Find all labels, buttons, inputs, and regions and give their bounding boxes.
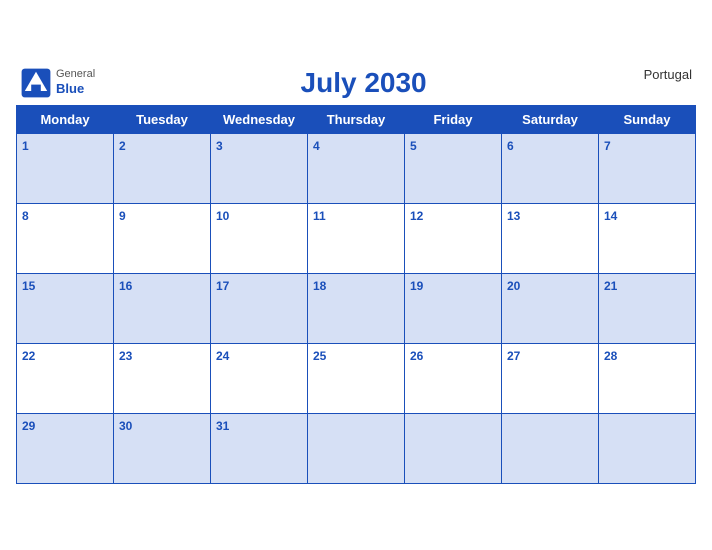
- logo-text: General Blue: [56, 68, 95, 97]
- day-number: 22: [22, 349, 35, 363]
- calendar-cell: 12: [405, 203, 502, 273]
- day-number: 31: [216, 419, 229, 433]
- calendar-cell: 17: [211, 273, 308, 343]
- calendar-cell: 7: [599, 133, 696, 203]
- calendar-cell: [308, 413, 405, 483]
- logo-general-text: General: [56, 68, 95, 81]
- calendar-cell: 31: [211, 413, 308, 483]
- day-number: 27: [507, 349, 520, 363]
- col-friday: Friday: [405, 105, 502, 133]
- calendar-header: General Blue July 2030 Portugal: [16, 67, 696, 99]
- day-number: 17: [216, 279, 229, 293]
- day-number: 24: [216, 349, 229, 363]
- day-number: 29: [22, 419, 35, 433]
- calendar-cell: 18: [308, 273, 405, 343]
- calendar-cell: 27: [502, 343, 599, 413]
- calendar-cell: 20: [502, 273, 599, 343]
- col-thursday: Thursday: [308, 105, 405, 133]
- calendar-cell: 8: [17, 203, 114, 273]
- calendar-cell: 26: [405, 343, 502, 413]
- calendar-body: 1234567891011121314151617181920212223242…: [17, 133, 696, 483]
- calendar-cell: 1: [17, 133, 114, 203]
- calendar-cell: 5: [405, 133, 502, 203]
- calendar-week-row: 22 23 24 25 26 27 28: [17, 343, 696, 413]
- day-number: 16: [119, 279, 132, 293]
- day-number: 15: [22, 279, 35, 293]
- calendar-cell: 29: [17, 413, 114, 483]
- day-number: 21: [604, 279, 617, 293]
- day-number: 30: [119, 419, 132, 433]
- calendar-cell: 30: [114, 413, 211, 483]
- calendar-cell: 14: [599, 203, 696, 273]
- calendar-week-row: 29 30 31: [17, 413, 696, 483]
- calendar-cell: 6: [502, 133, 599, 203]
- calendar-cell: 19: [405, 273, 502, 343]
- day-number: 10: [216, 209, 229, 223]
- calendar-cell: 15: [17, 273, 114, 343]
- day-number: 18: [313, 279, 326, 293]
- day-number: 1: [22, 139, 29, 153]
- day-number: 20: [507, 279, 520, 293]
- calendar-thead: Monday Tuesday Wednesday Thursday Friday…: [17, 105, 696, 133]
- calendar-cell: 10: [211, 203, 308, 273]
- calendar-cell: 16: [114, 273, 211, 343]
- calendar-cell: 24: [211, 343, 308, 413]
- calendar-cell: 28: [599, 343, 696, 413]
- col-sunday: Sunday: [599, 105, 696, 133]
- logo-area: General Blue: [20, 67, 95, 99]
- day-number: 26: [410, 349, 423, 363]
- calendar-cell: 23: [114, 343, 211, 413]
- calendar-grid: Monday Tuesday Wednesday Thursday Friday…: [16, 105, 696, 484]
- day-number: 8: [22, 209, 29, 223]
- col-monday: Monday: [17, 105, 114, 133]
- calendar-week-row: 8 9 10 11 12 13 14: [17, 203, 696, 273]
- calendar-cell: 13: [502, 203, 599, 273]
- day-number: 4: [313, 139, 320, 153]
- weekday-header-row: Monday Tuesday Wednesday Thursday Friday…: [17, 105, 696, 133]
- calendar-cell: 4: [308, 133, 405, 203]
- day-number: 14: [604, 209, 617, 223]
- col-saturday: Saturday: [502, 105, 599, 133]
- day-number: 11: [313, 209, 326, 223]
- generalblue-logo-icon: [20, 67, 52, 99]
- day-number: 6: [507, 139, 514, 153]
- calendar-week-row: 1 2 3 4 5 6 7: [17, 133, 696, 203]
- calendar-cell: [599, 413, 696, 483]
- calendar-title: July 2030: [95, 67, 632, 99]
- calendar-cell: 3: [211, 133, 308, 203]
- calendar-wrapper: General Blue July 2030 Portugal Monday T…: [16, 67, 696, 484]
- day-number: 2: [119, 139, 126, 153]
- col-tuesday: Tuesday: [114, 105, 211, 133]
- calendar-cell: 2: [114, 133, 211, 203]
- day-number: 3: [216, 139, 223, 153]
- day-number: 5: [410, 139, 417, 153]
- calendar-cell: 25: [308, 343, 405, 413]
- day-number: 19: [410, 279, 423, 293]
- calendar-week-row: 15 16 17 18 19 20 21: [17, 273, 696, 343]
- day-number: 23: [119, 349, 132, 363]
- day-number: 7: [604, 139, 611, 153]
- country-label: Portugal: [632, 67, 692, 82]
- calendar-cell: [405, 413, 502, 483]
- day-number: 28: [604, 349, 617, 363]
- calendar-cell: [502, 413, 599, 483]
- day-number: 25: [313, 349, 326, 363]
- day-number: 12: [410, 209, 423, 223]
- calendar-cell: 11: [308, 203, 405, 273]
- calendar-cell: 22: [17, 343, 114, 413]
- calendar-cell: 9: [114, 203, 211, 273]
- day-number: 13: [507, 209, 520, 223]
- day-number: 9: [119, 209, 126, 223]
- calendar-cell: 21: [599, 273, 696, 343]
- logo-blue-text: Blue: [56, 81, 95, 97]
- col-wednesday: Wednesday: [211, 105, 308, 133]
